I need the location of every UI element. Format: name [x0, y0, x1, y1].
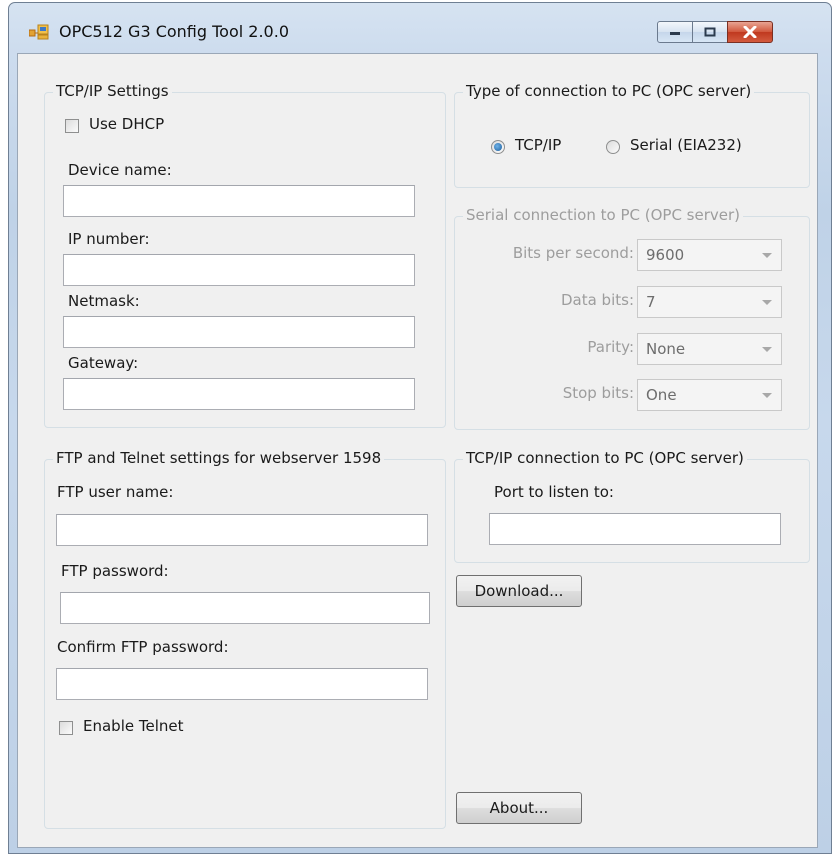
enable-telnet-checkbox[interactable]: [59, 721, 73, 735]
close-icon: [743, 26, 757, 38]
minimize-button[interactable]: [657, 21, 693, 43]
minimize-icon: [670, 32, 680, 35]
stop-bits-select[interactable]: One: [637, 379, 782, 411]
ftp-user-name-input[interactable]: [56, 514, 428, 546]
download-button[interactable]: Download...: [456, 575, 582, 607]
gateway-label: Gateway:: [68, 354, 139, 372]
ftp-password-label: FTP password:: [61, 562, 169, 580]
parity-label: Parity:: [587, 338, 634, 356]
serial-radio-label[interactable]: Serial (EIA232): [630, 136, 742, 154]
chevron-down-icon: [762, 300, 772, 305]
connection-type-legend: Type of connection to PC (OPC server): [463, 82, 755, 100]
chevron-down-icon: [762, 393, 772, 398]
ip-number-input[interactable]: [63, 254, 415, 286]
about-button-label: About...: [489, 799, 549, 817]
netmask-label: Netmask:: [68, 292, 140, 310]
radio-selected-dot: [494, 143, 502, 151]
tcpip-radio-label[interactable]: TCP/IP: [515, 136, 561, 154]
serial-connection-legend: Serial connection to PC (OPC server): [463, 206, 744, 224]
title-bar[interactable]: OPC512 G3 Config Tool 2.0.0: [9, 3, 831, 47]
device-name-label: Device name:: [68, 161, 172, 179]
stop-bits-value: One: [646, 386, 677, 404]
parity-value: None: [646, 340, 686, 358]
confirm-ftp-password-label: Confirm FTP password:: [57, 638, 229, 656]
chevron-down-icon: [762, 253, 772, 258]
ftp-user-name-label: FTP user name:: [57, 483, 174, 501]
data-bits-value: 7: [646, 293, 656, 311]
bits-per-second-value: 9600: [646, 246, 685, 264]
enable-telnet-label[interactable]: Enable Telnet: [83, 717, 184, 735]
app-icon: [29, 24, 49, 40]
parity-select[interactable]: None: [637, 333, 782, 365]
bits-per-second-label: Bits per second:: [512, 244, 634, 262]
client-area: TCP/IP Settings Use DHCP Device name: IP…: [17, 53, 818, 848]
close-button[interactable]: [727, 21, 773, 43]
confirm-ftp-password-input[interactable]: [56, 668, 428, 700]
serial-radio[interactable]: [606, 140, 620, 154]
tcpip-radio[interactable]: [491, 140, 505, 154]
chevron-down-icon: [762, 347, 772, 352]
tcpip-connection-legend: TCP/IP connection to PC (OPC server): [463, 449, 747, 467]
ip-number-label: IP number:: [68, 230, 150, 248]
netmask-input[interactable]: [63, 316, 415, 348]
ftp-password-input[interactable]: [60, 592, 430, 624]
about-button[interactable]: About...: [456, 792, 582, 824]
bits-per-second-select[interactable]: 9600: [637, 239, 782, 271]
maximize-icon: [704, 27, 716, 37]
port-input[interactable]: [489, 513, 781, 545]
tcpip-settings-legend: TCP/IP Settings: [53, 82, 172, 100]
port-label: Port to listen to:: [494, 483, 614, 501]
window-title: OPC512 G3 Config Tool 2.0.0: [59, 22, 289, 41]
app-window: OPC512 G3 Config Tool 2.0.0 TCP/IP Setti…: [8, 2, 832, 854]
data-bits-label: Data bits:: [560, 291, 634, 309]
stop-bits-label: Stop bits:: [562, 384, 634, 402]
gateway-input[interactable]: [63, 378, 415, 410]
use-dhcp-checkbox[interactable]: [65, 119, 79, 133]
ftp-telnet-legend: FTP and Telnet settings for webserver 15…: [53, 449, 385, 467]
maximize-button[interactable]: [692, 21, 728, 43]
download-button-label: Download...: [474, 582, 564, 600]
tcpip-connection-group: TCP/IP connection to PC (OPC server): [454, 449, 810, 563]
use-dhcp-label[interactable]: Use DHCP: [89, 115, 164, 133]
device-name-input[interactable]: [63, 185, 415, 217]
data-bits-select[interactable]: 7: [637, 286, 782, 318]
